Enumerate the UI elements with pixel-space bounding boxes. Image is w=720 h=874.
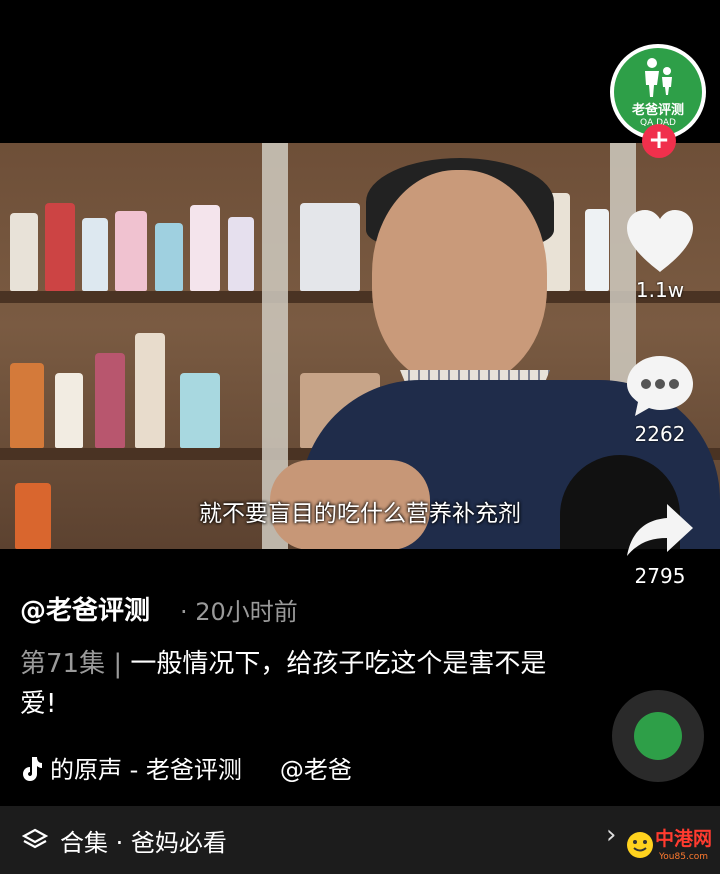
- video-frame[interactable]: [0, 143, 720, 549]
- chevron-right-icon[interactable]: ›: [606, 820, 616, 850]
- watermark-text: 中港网: [655, 828, 713, 850]
- music-info[interactable]: 的原声 - 老爸评测 @老爸: [20, 750, 352, 785]
- post-time: · 20小时前: [180, 598, 298, 626]
- music-mention: @老爸: [279, 756, 352, 784]
- share-icon: [627, 504, 693, 556]
- bottle: [180, 373, 220, 448]
- bottle: [10, 363, 44, 448]
- site-watermark: 中港网 You85.com: [625, 822, 720, 870]
- disc-cover: [634, 712, 682, 760]
- video-subtitle: 就不要盲目的吃什么营养补充剂: [199, 501, 521, 527]
- bottle: [45, 203, 75, 291]
- parent-child-icon: [645, 57, 672, 97]
- bottle: [228, 217, 254, 291]
- layers-icon: [22, 828, 48, 849]
- share-action[interactable]: 2795: [620, 500, 700, 588]
- share-count: 2795: [634, 564, 686, 588]
- comment-action[interactable]: 2262: [620, 352, 700, 446]
- smiley-logo-icon: [627, 832, 653, 858]
- avatar-text: 老爸评测: [631, 102, 684, 118]
- bottle: [190, 205, 220, 291]
- like-count: 1.1w: [635, 278, 685, 302]
- follow-plus-button[interactable]: +: [642, 124, 676, 158]
- avatar-logo: 老爸评测 QA DAD: [614, 48, 702, 136]
- bottle: [155, 223, 183, 291]
- post-description: 第71集 | 一般情况下，给孩子吃这个是害不是爱!: [20, 644, 580, 724]
- episode-label: 第71集 |: [20, 649, 123, 679]
- bottle: [115, 211, 147, 291]
- music-disc[interactable]: [612, 690, 704, 782]
- bottle: [585, 209, 609, 291]
- bottle: [82, 218, 108, 291]
- watermark-url: You85.com: [659, 852, 709, 862]
- collection-label: 合集 · 爸妈必看: [60, 828, 227, 857]
- bottle: [10, 213, 38, 291]
- like-action[interactable]: 1.1w: [620, 208, 700, 302]
- comment-count: 2262: [634, 422, 686, 446]
- bottle: [300, 203, 360, 291]
- person-head: [372, 170, 547, 385]
- author-name[interactable]: @老爸评测: [20, 590, 150, 627]
- bottle: [95, 353, 125, 448]
- heart-icon: [627, 210, 693, 272]
- comment-icon: [627, 356, 693, 416]
- music-text: 的原声 - 老爸评测: [50, 756, 242, 784]
- bottle: [135, 333, 165, 448]
- tiktok-note-icon: [23, 756, 42, 781]
- bottle: [55, 373, 83, 448]
